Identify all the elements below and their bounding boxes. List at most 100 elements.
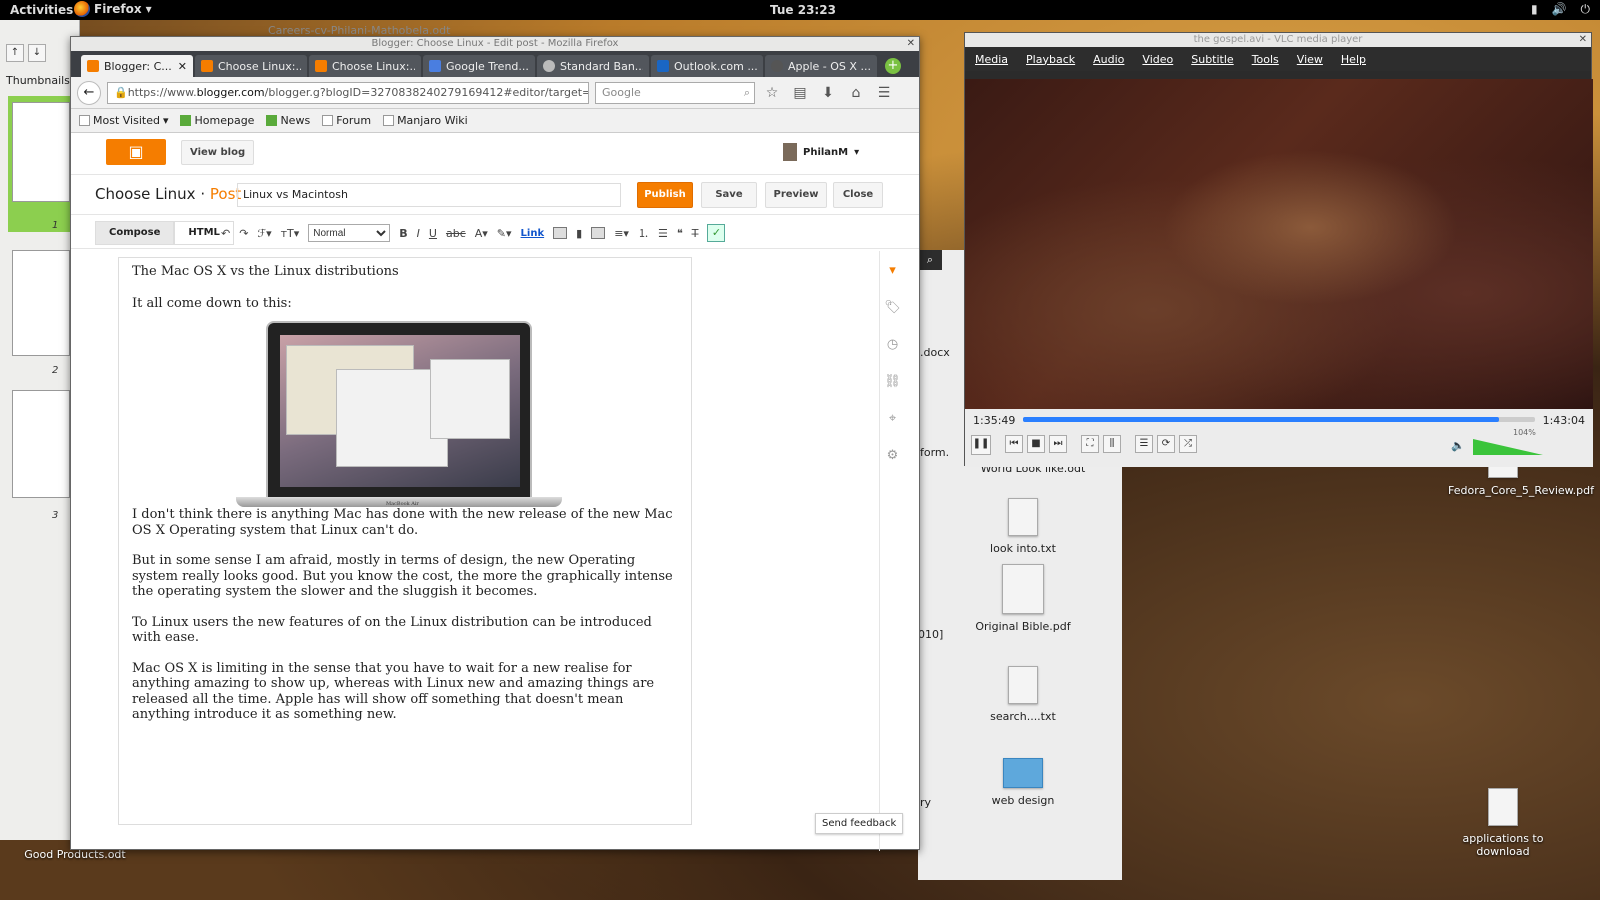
shuffle-icon[interactable]: ⤮ <box>1179 435 1197 453</box>
undo-icon[interactable]: ↶ <box>221 227 230 240</box>
bookmark-homepage[interactable]: Homepage <box>180 114 254 127</box>
spellcheck-icon[interactable]: ✓ <box>707 224 726 242</box>
text-color-icon[interactable]: A▾ <box>475 227 488 240</box>
save-button[interactable]: Save <box>701 182 757 208</box>
highlight-icon[interactable]: ✎▾ <box>497 227 512 240</box>
macbook-image[interactable]: MacBook Air <box>236 321 562 507</box>
remove-format-icon[interactable]: T̶ <box>692 227 699 240</box>
video-area[interactable] <box>965 79 1593 409</box>
preview-button[interactable]: Preview <box>765 182 827 208</box>
previous-icon[interactable]: ⏮ <box>1005 435 1023 453</box>
loop-icon[interactable]: ⟳ <box>1157 435 1175 453</box>
bookmark-news[interactable]: News <box>266 114 310 127</box>
menu-audio[interactable]: Audio <box>1093 53 1124 66</box>
bookmark-manjaro-wiki[interactable]: Manjaro Wiki <box>383 114 468 127</box>
align-icon[interactable]: ≡▾ <box>614 227 629 240</box>
tab-choose-linux-1[interactable]: Choose Linux:... <box>195 55 307 77</box>
folder-web-design[interactable]: web design <box>968 758 1078 807</box>
reading-list-icon[interactable]: ▤ <box>789 85 811 101</box>
seek-bar[interactable] <box>1023 417 1535 422</box>
close-icon[interactable]: ✕ <box>907 37 915 51</box>
playlist-icon[interactable]: ☰ <box>1135 435 1153 453</box>
menu-tools[interactable]: Tools <box>1252 53 1279 66</box>
close-button[interactable]: Close <box>833 182 883 208</box>
page-thumbnail-3[interactable] <box>12 390 70 498</box>
file-icon-original-bible[interactable]: Original Bible.pdf <box>968 564 1078 633</box>
label-icon[interactable]: 🏷 <box>884 300 901 315</box>
volume-slider[interactable]: 104% <box>1473 428 1543 455</box>
menu-help[interactable]: Help <box>1341 53 1366 66</box>
schedule-icon[interactable]: ◷ <box>887 337 898 352</box>
post-editor[interactable]: The Mac OS X vs the Linux distributions … <box>118 257 692 825</box>
italic-icon[interactable]: I <box>417 227 420 240</box>
download-icon[interactable]: ⬇ <box>817 85 839 101</box>
menu-playback[interactable]: Playback <box>1026 53 1075 66</box>
image-icon[interactable] <box>553 227 568 239</box>
app-menu[interactable]: Firefox ▾ <box>74 1 152 17</box>
page-thumbnail-1[interactable] <box>12 102 70 202</box>
url-bar[interactable]: 🔒 https://www. blogger.com/blogger.g?blogI… <box>107 81 589 104</box>
tab-choose-linux-2[interactable]: Choose Linux:... <box>309 55 421 77</box>
link-button[interactable]: Link <box>521 228 545 239</box>
tab-google-trends[interactable]: Google Trend... <box>423 55 535 77</box>
format-select[interactable]: Normal <box>308 224 391 242</box>
collapse-icon[interactable]: ▾ <box>889 263 896 278</box>
send-feedback-button[interactable]: Send feedback <box>815 813 904 834</box>
file-icon-look-into[interactable]: look into.txt <box>968 498 1078 555</box>
publish-button[interactable]: Publish <box>637 182 693 208</box>
back-button[interactable]: ← <box>77 80 101 105</box>
file-icon-search[interactable]: search....txt <box>968 666 1078 723</box>
font-icon[interactable]: ℱ▾ <box>257 227 271 240</box>
menu-media[interactable]: Media <box>975 53 1008 66</box>
up-arrow-icon[interactable]: ↑ <box>6 44 24 62</box>
file-icon-applications[interactable]: applications to download <box>1448 788 1558 858</box>
down-arrow-icon[interactable]: ↓ <box>28 44 46 62</box>
view-blog-button[interactable]: View blog <box>181 140 255 165</box>
bold-icon[interactable]: B <box>399 227 407 240</box>
pause-icon[interactable]: ❚❚ <box>971 435 991 455</box>
network-icon[interactable]: ▮ <box>1531 2 1538 17</box>
font-size-icon[interactable]: тT▾ <box>281 227 300 240</box>
location-icon[interactable]: ⌖ <box>889 411 896 426</box>
video-icon[interactable]: ▮ <box>576 227 582 240</box>
bookmark-forum[interactable]: Forum <box>322 114 371 127</box>
bookmark-star-icon[interactable]: ☆ <box>761 85 783 101</box>
extended-settings-icon[interactable]: ⫼ <box>1103 435 1121 453</box>
home-icon[interactable]: ⌂ <box>845 85 867 101</box>
tab-standard-bank[interactable]: Standard Ban... <box>537 55 649 77</box>
user-menu[interactable]: PhilanM ▾ <box>783 143 859 161</box>
speaker-icon[interactable]: 🔈 <box>1451 439 1465 452</box>
next-icon[interactable]: ⏭ <box>1049 435 1067 453</box>
power-icon[interactable]: ⏻ <box>1581 2 1591 17</box>
search-icon[interactable]: ⌕ <box>918 250 942 270</box>
tab-apple[interactable]: Apple - OS X ... <box>765 55 877 77</box>
tab-outlook[interactable]: Outlook.com ... <box>651 55 763 77</box>
strikethrough-icon[interactable]: abc <box>446 227 466 240</box>
close-icon[interactable]: ✕ <box>1579 33 1587 47</box>
close-icon[interactable]: ✕ <box>178 60 187 73</box>
activities-button[interactable]: Activities <box>10 3 73 17</box>
bookmark-most-visited[interactable]: Most Visited ▾ <box>79 114 168 127</box>
blog-name[interactable]: Choose Linux <box>95 185 196 203</box>
clock[interactable]: Tue 23:23 <box>770 3 836 17</box>
fullscreen-icon[interactable]: ⛶ <box>1081 435 1099 453</box>
jump-break-icon[interactable] <box>591 227 606 239</box>
blogger-logo[interactable]: ▣ <box>106 139 166 165</box>
page-thumbnail-2[interactable] <box>12 250 70 356</box>
gear-icon[interactable]: ⚙ <box>887 448 899 463</box>
menu-video[interactable]: Video <box>1142 53 1173 66</box>
search-field[interactable]: Google ⌕ <box>595 81 755 104</box>
post-title-input[interactable]: Linux vs Macintosh <box>237 183 621 207</box>
permalink-icon[interactable]: ⛓ <box>884 374 901 389</box>
bullet-list-icon[interactable]: ☰ <box>658 227 668 240</box>
numbered-list-icon[interactable]: ⒈ <box>638 225 649 241</box>
compose-tab[interactable]: Compose <box>95 221 175 245</box>
menu-icon[interactable]: ☰ <box>873 85 895 101</box>
stop-icon[interactable]: ■ <box>1027 435 1045 453</box>
new-tab-button[interactable]: + <box>885 58 901 74</box>
redo-icon[interactable]: ↷ <box>239 227 248 240</box>
quote-icon[interactable]: ❝ <box>677 227 683 240</box>
menu-subtitle[interactable]: Subtitle <box>1191 53 1233 66</box>
volume-icon[interactable]: 🔊 <box>1552 2 1567 17</box>
menu-view[interactable]: View <box>1297 53 1323 66</box>
